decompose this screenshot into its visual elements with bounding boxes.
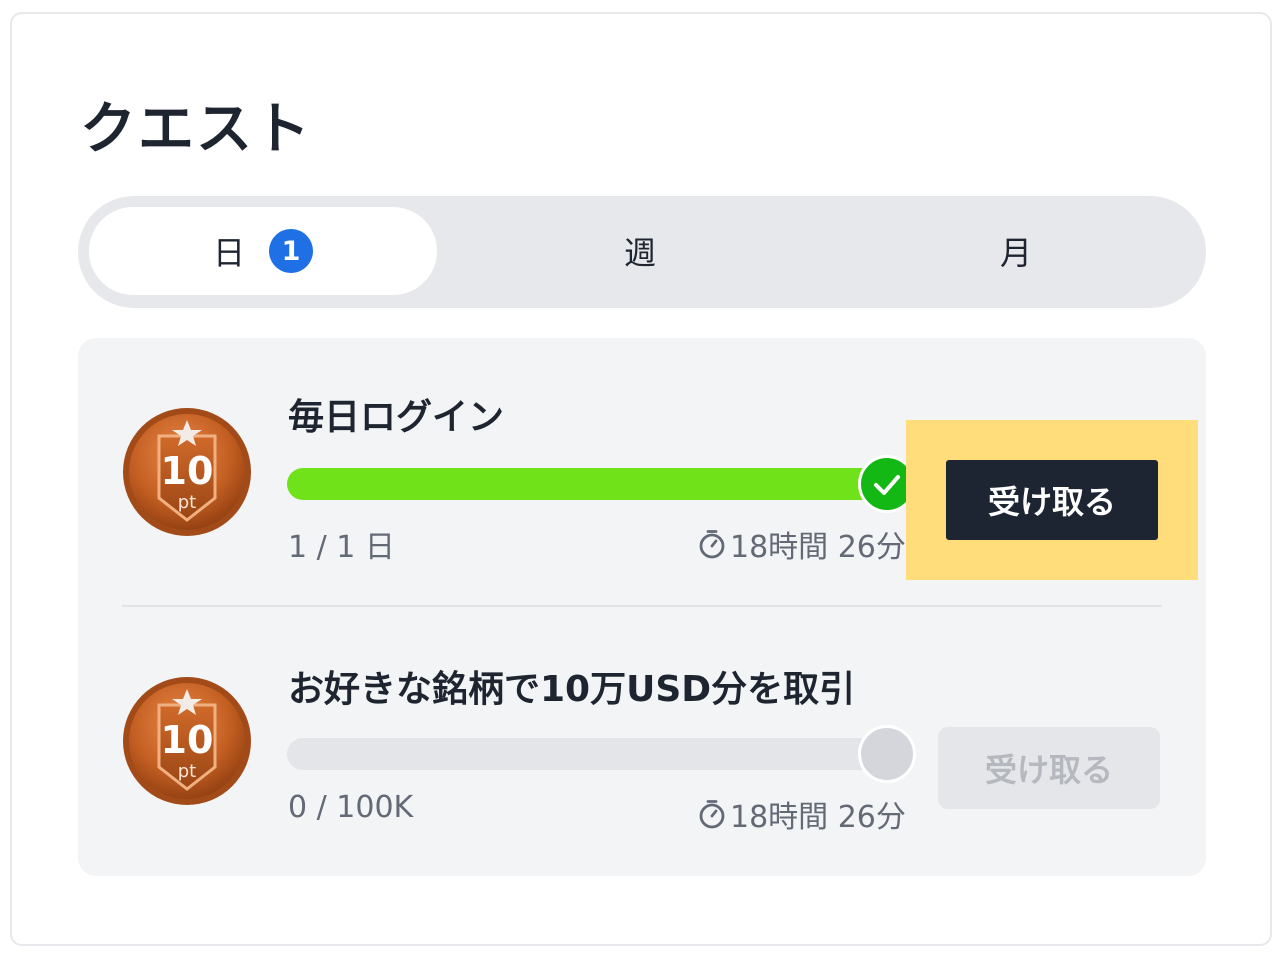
time-remaining-text: 18時間 26分 [730, 530, 906, 565]
progress-knob [858, 725, 916, 783]
tab-day-label: 日 [212, 234, 245, 272]
bronze-medal-icon: 10 pt [121, 675, 253, 807]
period-tabs: 日 1 週 月 [78, 196, 1206, 308]
tab-month[interactable]: 月 [830, 207, 1202, 295]
progress-bar [287, 738, 887, 770]
tab-week[interactable]: 週 [454, 207, 826, 295]
time-remaining: 18時間 26分 [698, 522, 906, 566]
progress-fill [287, 468, 887, 500]
page-title: クエスト [80, 97, 312, 162]
progress-bar [287, 468, 887, 500]
time-remaining: 18時間 26分 [698, 792, 906, 836]
stopwatch-icon [699, 800, 725, 829]
time-remaining-text: 18時間 26分 [730, 800, 906, 835]
tab-day[interactable]: 日 1 [89, 207, 437, 295]
medal-value: 10 [161, 449, 214, 493]
claim-button-disabled[interactable]: 受け取る [938, 727, 1160, 809]
tab-day-badge: 1 [269, 229, 313, 273]
quest-name: お好きな銘柄で10万USD分を取引 [288, 669, 856, 710]
tab-month-label: 月 [999, 234, 1032, 272]
medal-value: 10 [161, 718, 214, 762]
medal-unit: pt [178, 492, 196, 513]
quest-name: 毎日ログイン [288, 397, 505, 438]
tab-week-label: 週 [623, 234, 656, 272]
progress-text: 1 / 1 日 [288, 530, 395, 565]
bronze-medal-icon: 10 pt [121, 406, 253, 538]
medal-unit: pt [178, 761, 196, 782]
stopwatch-icon [699, 530, 725, 559]
progress-text: 0 / 100K [288, 790, 414, 825]
divider [122, 605, 1162, 607]
claim-button[interactable]: 受け取る [946, 460, 1158, 540]
